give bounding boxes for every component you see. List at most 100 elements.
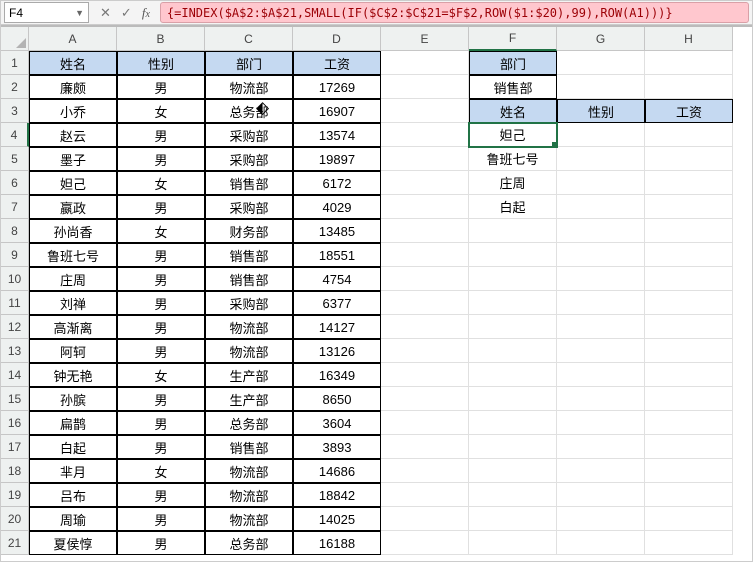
col-header-G[interactable]: G [557, 27, 645, 51]
cell-G14[interactable] [557, 363, 645, 387]
cell-B15[interactable]: 男 [117, 387, 205, 411]
cell-A2[interactable]: 廉颇 [29, 75, 117, 99]
cell-E3[interactable] [381, 99, 469, 123]
name-box-dropdown-icon[interactable]: ▼ [75, 8, 84, 18]
cell-D19[interactable]: 18842 [293, 483, 381, 507]
cell-C4[interactable]: 采购部 [205, 123, 293, 147]
cell-F21[interactable] [469, 531, 557, 555]
cell-E9[interactable] [381, 243, 469, 267]
cell-A14[interactable]: 钟无艳 [29, 363, 117, 387]
name-box[interactable]: F4 ▼ [4, 2, 89, 23]
cell-F16[interactable] [469, 411, 557, 435]
cell-C13[interactable]: 物流部 [205, 339, 293, 363]
accept-icon[interactable]: ✓ [121, 6, 132, 19]
col-header-E[interactable]: E [381, 27, 469, 51]
cell-F15[interactable] [469, 387, 557, 411]
cell-B21[interactable]: 男 [117, 531, 205, 555]
cell-E14[interactable] [381, 363, 469, 387]
cell-B8[interactable]: 女 [117, 219, 205, 243]
cell-F3[interactable]: 姓名 [469, 99, 557, 123]
cell-F14[interactable] [469, 363, 557, 387]
cell-F12[interactable] [469, 315, 557, 339]
row-header-18[interactable]: 18 [1, 459, 29, 483]
cell-E18[interactable] [381, 459, 469, 483]
cell-G6[interactable] [557, 171, 645, 195]
cell-G15[interactable] [557, 387, 645, 411]
col-header-A[interactable]: A [29, 27, 117, 51]
cell-F2[interactable]: 销售部 [469, 75, 557, 99]
cell-H9[interactable] [645, 243, 733, 267]
cell-H21[interactable] [645, 531, 733, 555]
cell-B12[interactable]: 男 [117, 315, 205, 339]
row-header-21[interactable]: 21 [1, 531, 29, 555]
cell-B11[interactable]: 男 [117, 291, 205, 315]
cell-D20[interactable]: 14025 [293, 507, 381, 531]
cell-B20[interactable]: 男 [117, 507, 205, 531]
cell-F7[interactable]: 白起 [469, 195, 557, 219]
cell-H5[interactable] [645, 147, 733, 171]
cell-C19[interactable]: 物流部 [205, 483, 293, 507]
cell-E7[interactable] [381, 195, 469, 219]
cell-A1[interactable]: 姓名 [29, 51, 117, 75]
col-header-D[interactable]: D [293, 27, 381, 51]
row-header-13[interactable]: 13 [1, 339, 29, 363]
cell-H14[interactable] [645, 363, 733, 387]
cell-A21[interactable]: 夏侯惇 [29, 531, 117, 555]
cell-F19[interactable] [469, 483, 557, 507]
cell-A5[interactable]: 墨子 [29, 147, 117, 171]
cell-G5[interactable] [557, 147, 645, 171]
cell-H19[interactable] [645, 483, 733, 507]
cell-F6[interactable]: 庄周 [469, 171, 557, 195]
cell-C7[interactable]: 采购部 [205, 195, 293, 219]
cell-F17[interactable] [469, 435, 557, 459]
row-header-4[interactable]: 4 [1, 123, 29, 147]
cell-A4[interactable]: 赵云 [29, 123, 117, 147]
cell-C1[interactable]: 部门 [205, 51, 293, 75]
cell-B16[interactable]: 男 [117, 411, 205, 435]
cell-G13[interactable] [557, 339, 645, 363]
cell-G16[interactable] [557, 411, 645, 435]
cell-B17[interactable]: 男 [117, 435, 205, 459]
cell-D17[interactable]: 3893 [293, 435, 381, 459]
cell-E16[interactable] [381, 411, 469, 435]
cell-D18[interactable]: 14686 [293, 459, 381, 483]
cell-B2[interactable]: 男 [117, 75, 205, 99]
cell-A10[interactable]: 庄周 [29, 267, 117, 291]
cell-A20[interactable]: 周瑜 [29, 507, 117, 531]
cell-D12[interactable]: 14127 [293, 315, 381, 339]
row-header-16[interactable]: 16 [1, 411, 29, 435]
cell-H1[interactable] [645, 51, 733, 75]
cell-A9[interactable]: 鲁班七号 [29, 243, 117, 267]
cell-C11[interactable]: 采购部 [205, 291, 293, 315]
cell-G18[interactable] [557, 459, 645, 483]
cell-H17[interactable] [645, 435, 733, 459]
cell-F1[interactable]: 部门 [469, 51, 557, 75]
cell-A12[interactable]: 高渐离 [29, 315, 117, 339]
row-header-20[interactable]: 20 [1, 507, 29, 531]
cell-C16[interactable]: 总务部 [205, 411, 293, 435]
cell-F4[interactable]: 妲己 [469, 123, 557, 147]
cell-H3[interactable]: 工资 [645, 99, 733, 123]
cell-D2[interactable]: 17269 [293, 75, 381, 99]
row-header-9[interactable]: 9 [1, 243, 29, 267]
cell-C3[interactable]: 总务部 [205, 99, 293, 123]
row-header-11[interactable]: 11 [1, 291, 29, 315]
cell-C15[interactable]: 生产部 [205, 387, 293, 411]
cell-H13[interactable] [645, 339, 733, 363]
col-header-C[interactable]: C [205, 27, 293, 51]
row-header-1[interactable]: 1 [1, 51, 29, 75]
cell-C12[interactable]: 物流部 [205, 315, 293, 339]
row-header-2[interactable]: 2 [1, 75, 29, 99]
cell-D4[interactable]: 13574 [293, 123, 381, 147]
cell-C14[interactable]: 生产部 [205, 363, 293, 387]
cell-D3[interactable]: 16907 [293, 99, 381, 123]
cell-A3[interactable]: 小乔 [29, 99, 117, 123]
cell-D8[interactable]: 13485 [293, 219, 381, 243]
cell-D21[interactable]: 16188 [293, 531, 381, 555]
cell-F5[interactable]: 鲁班七号 [469, 147, 557, 171]
select-all-corner[interactable] [1, 27, 29, 51]
cell-B5[interactable]: 男 [117, 147, 205, 171]
cell-D14[interactable]: 16349 [293, 363, 381, 387]
cell-H2[interactable] [645, 75, 733, 99]
cell-A19[interactable]: 吕布 [29, 483, 117, 507]
